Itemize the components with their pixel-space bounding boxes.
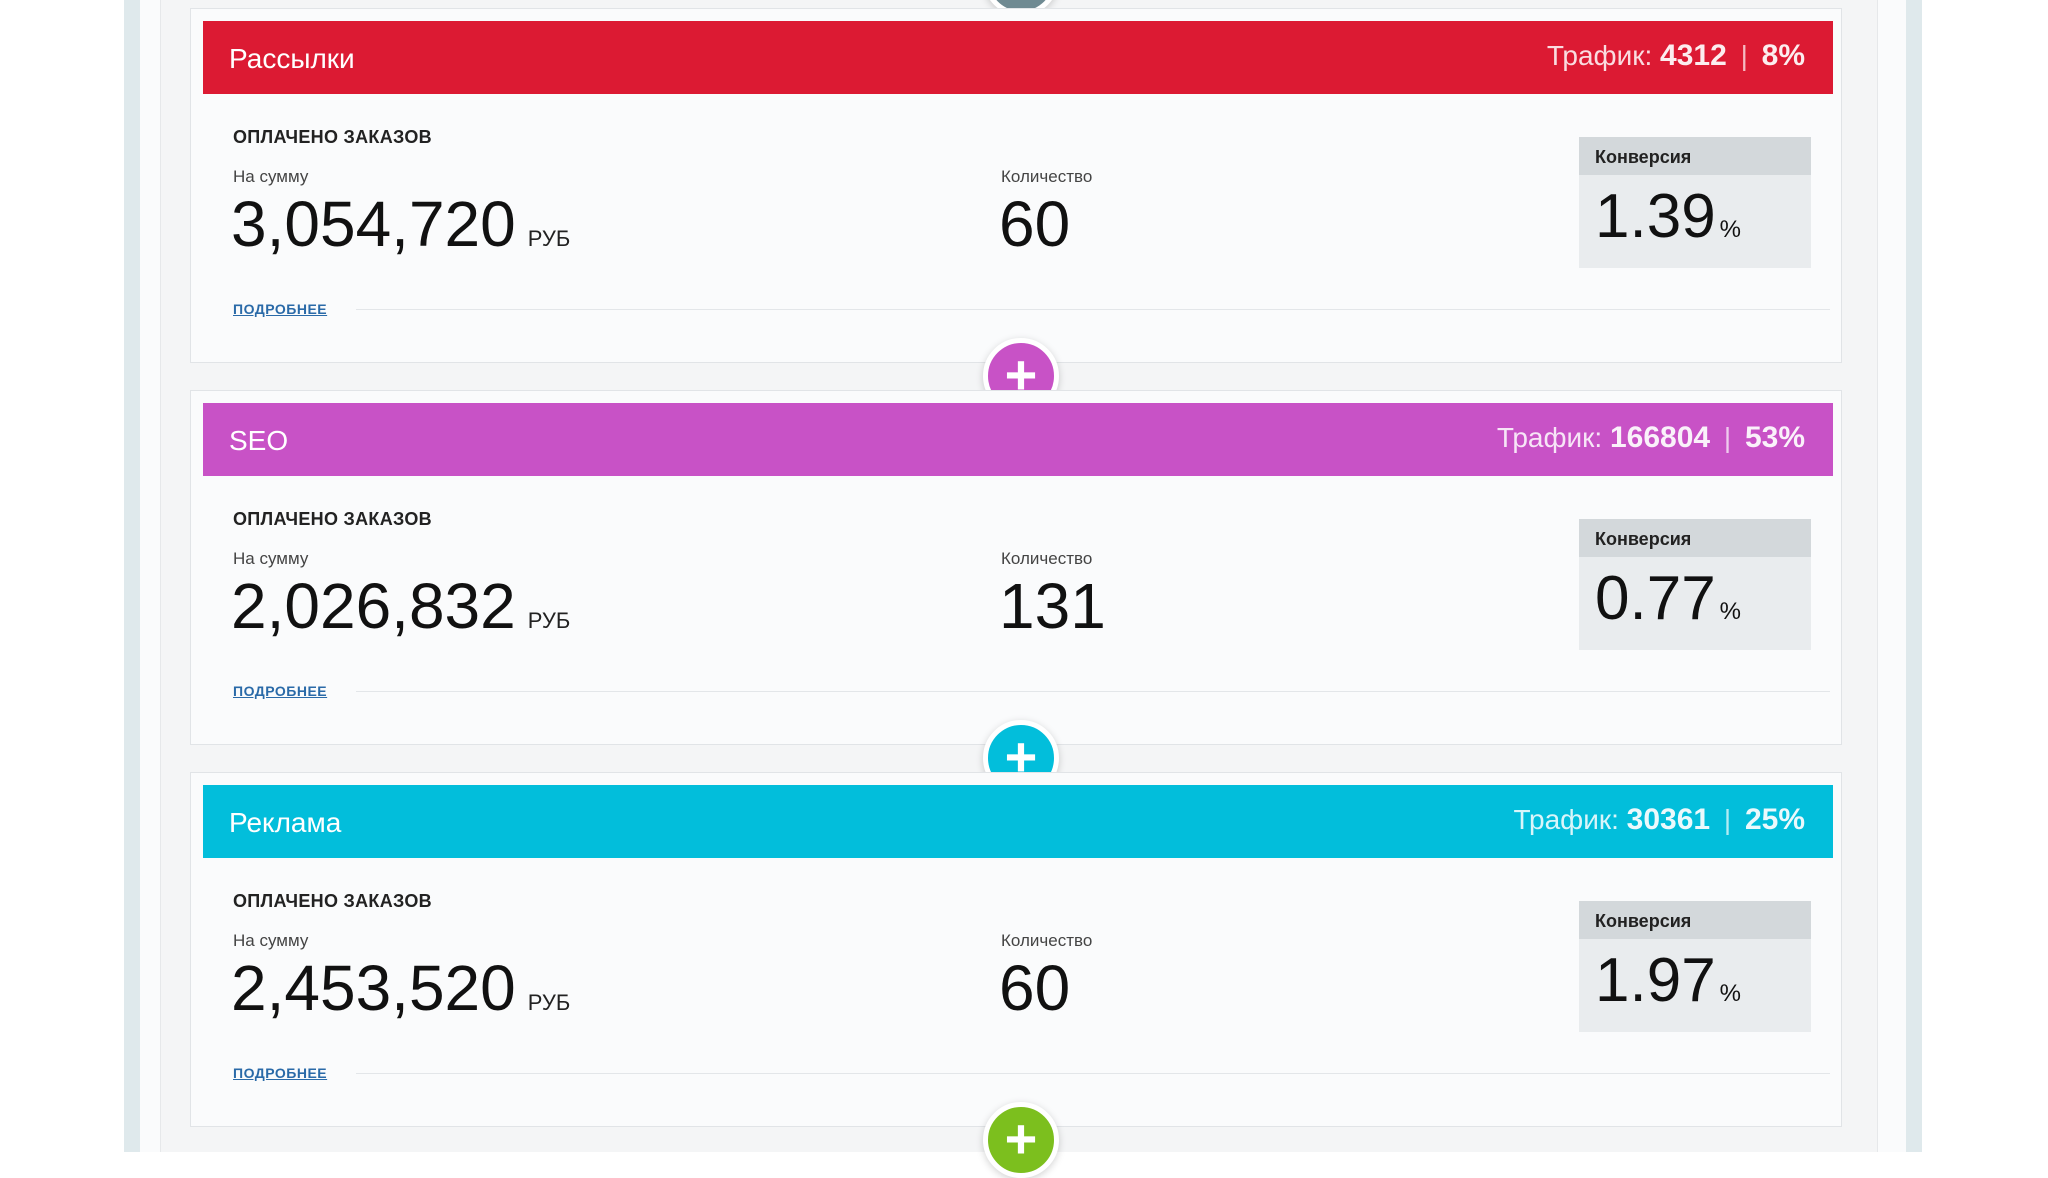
- conversion-label: Конверсия: [1579, 137, 1811, 175]
- conversion-unit: %: [1719, 216, 1742, 243]
- sum-amount: 2,026,832: [231, 570, 516, 642]
- plus-icon: +: [1004, 1107, 1038, 1170]
- orders-title: ОПЛАЧЕНО ЗАКАЗОВ: [233, 891, 432, 911]
- add-channel-button[interactable]: +: [983, 1102, 1059, 1178]
- conversion-value: 1.39%: [1595, 181, 1741, 252]
- channel-header: SEO Трафик: 166804 | 53%: [203, 403, 1833, 476]
- quantity-label: Количество: [1001, 549, 1093, 568]
- conversion-label: Конверсия: [1579, 519, 1811, 557]
- channel-title: Рассылки: [229, 43, 355, 74]
- sum-amount: 2,453,520: [231, 952, 516, 1024]
- channel-card-seo: SEO Трафик: 166804 | 53% ОПЛАЧЕНО ЗАКАЗО…: [190, 390, 1842, 745]
- conversion-value: 1.97%: [1595, 945, 1741, 1016]
- traffic-summary: Трафик: 30361 | 25%: [1514, 803, 1806, 837]
- left-side-strip: [124, 0, 140, 1152]
- conversion-value: 0.77%: [1595, 563, 1741, 634]
- orders-title: ОПЛАЧЕНО ЗАКАЗОВ: [233, 127, 432, 147]
- quantity-value: 131: [999, 570, 1106, 642]
- channel-header: Рассылки Трафик: 4312 | 8%: [203, 21, 1833, 94]
- details-link[interactable]: ПОДРОБНЕЕ: [233, 683, 327, 699]
- quantity-label: Количество: [1001, 931, 1093, 950]
- traffic-value: 166804: [1610, 421, 1711, 454]
- conversion-label: Конверсия: [1579, 901, 1811, 939]
- traffic-value: 30361: [1626, 803, 1711, 836]
- conversion-unit: %: [1719, 598, 1742, 625]
- traffic-percent: 8%: [1761, 39, 1805, 72]
- conversion-number: 0.77: [1595, 564, 1716, 633]
- channel-title: SEO: [229, 425, 289, 456]
- conversion-unit: %: [1719, 980, 1742, 1007]
- traffic-summary: Трафик: 4312 | 8%: [1547, 39, 1805, 73]
- sum-value: 2,026,832 РУБ: [231, 569, 570, 643]
- traffic-percent: 53%: [1744, 421, 1805, 454]
- divider: [356, 309, 1830, 310]
- traffic-label: Трафик:: [1513, 804, 1619, 835]
- conversion-box: Конверсия 1.97%: [1579, 901, 1811, 1032]
- currency-label: РУБ: [527, 990, 571, 1015]
- details-link[interactable]: ПОДРОБНЕЕ: [233, 1065, 327, 1081]
- channel-header: Реклама Трафик: 30361 | 25%: [203, 785, 1833, 858]
- channel-card-mailing: Рассылки Трафик: 4312 | 8% ОПЛАЧЕНО ЗАКА…: [190, 8, 1842, 363]
- sum-value: 2,453,520 РУБ: [231, 951, 570, 1025]
- traffic-percent: 25%: [1744, 803, 1805, 836]
- quantity-label: Количество: [1001, 167, 1093, 186]
- sum-label: На сумму: [233, 549, 309, 568]
- sum-value: 3,054,720 РУБ: [231, 187, 570, 261]
- traffic-separator: |: [1740, 40, 1748, 71]
- conversion-box: Конверсия 1.39%: [1579, 137, 1811, 268]
- traffic-summary: Трафик: 166804 | 53%: [1497, 421, 1805, 455]
- orders-title: ОПЛАЧЕНО ЗАКАЗОВ: [233, 509, 432, 529]
- traffic-separator: |: [1723, 804, 1732, 835]
- traffic-separator: |: [1723, 422, 1732, 453]
- sum-amount: 3,054,720: [231, 188, 516, 260]
- traffic-label: Трафик:: [1496, 422, 1603, 453]
- divider: [356, 1073, 1830, 1074]
- sum-label: На сумму: [233, 167, 309, 186]
- quantity-value: 60: [999, 188, 1071, 260]
- conversion-number: 1.39: [1595, 182, 1716, 251]
- channel-card-ads: Реклама Трафик: 30361 | 25% ОПЛАЧЕНО ЗАК…: [190, 772, 1842, 1127]
- traffic-value: 4312: [1660, 39, 1727, 72]
- currency-label: РУБ: [527, 226, 571, 251]
- conversion-box: Конверсия 0.77%: [1579, 519, 1811, 650]
- quantity-value: 60: [999, 952, 1071, 1024]
- currency-label: РУБ: [527, 608, 571, 633]
- traffic-label: Трафик:: [1546, 40, 1653, 71]
- channel-title: Реклама: [229, 807, 342, 838]
- right-side-strip: [1906, 0, 1922, 1152]
- details-link[interactable]: ПОДРОБНЕЕ: [233, 301, 327, 317]
- sum-label: На сумму: [233, 931, 309, 950]
- conversion-number: 1.97: [1595, 946, 1716, 1015]
- divider: [356, 691, 1830, 692]
